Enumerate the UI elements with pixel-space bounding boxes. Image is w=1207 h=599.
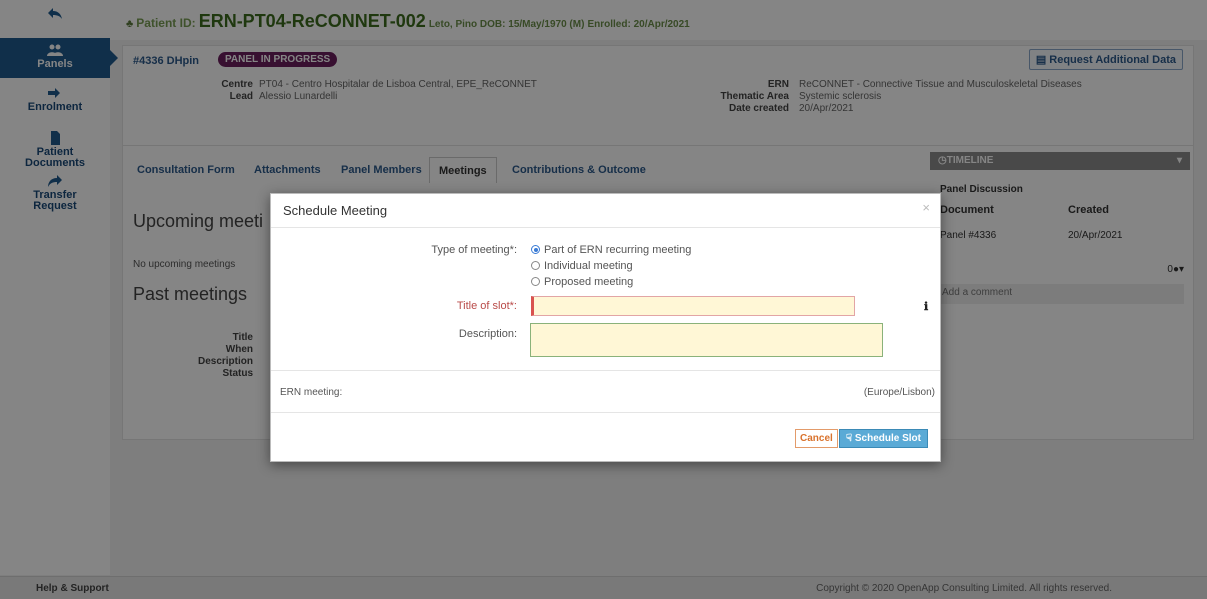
radio-individual[interactable]: Individual meeting	[531, 260, 633, 272]
radio-ern-recurring[interactable]: Part of ERN recurring meeting	[531, 244, 691, 256]
timezone-label: (Europe/Lisbon)	[863, 387, 935, 398]
hand-icon: ☟	[846, 433, 855, 444]
ern-meeting-label: ERN meeting:	[280, 387, 343, 398]
radio-proposed[interactable]: Proposed meeting	[531, 276, 633, 288]
meeting-type-label: Type of meeting*:	[431, 244, 517, 256]
close-icon[interactable]: ×	[922, 200, 930, 215]
schedule-slot-button[interactable]: ☟ Schedule Slot	[839, 429, 928, 448]
info-icon[interactable]: ℹ	[924, 300, 928, 313]
schedule-meeting-dialog: Schedule Meeting × Type of meeting*: Par…	[270, 193, 941, 462]
divider	[271, 227, 940, 228]
radio-selected-icon	[531, 245, 540, 254]
divider	[271, 412, 940, 413]
radio-icon	[531, 277, 540, 286]
cancel-button[interactable]: Cancel	[795, 429, 838, 448]
description-label: Description:	[458, 328, 517, 340]
description-input[interactable]	[530, 323, 883, 357]
radio-icon	[531, 261, 540, 270]
divider	[271, 370, 940, 371]
dialog-title: Schedule Meeting	[283, 203, 388, 218]
slot-title-input[interactable]	[531, 296, 855, 316]
slot-title-label: Title of slot*:	[456, 300, 517, 312]
